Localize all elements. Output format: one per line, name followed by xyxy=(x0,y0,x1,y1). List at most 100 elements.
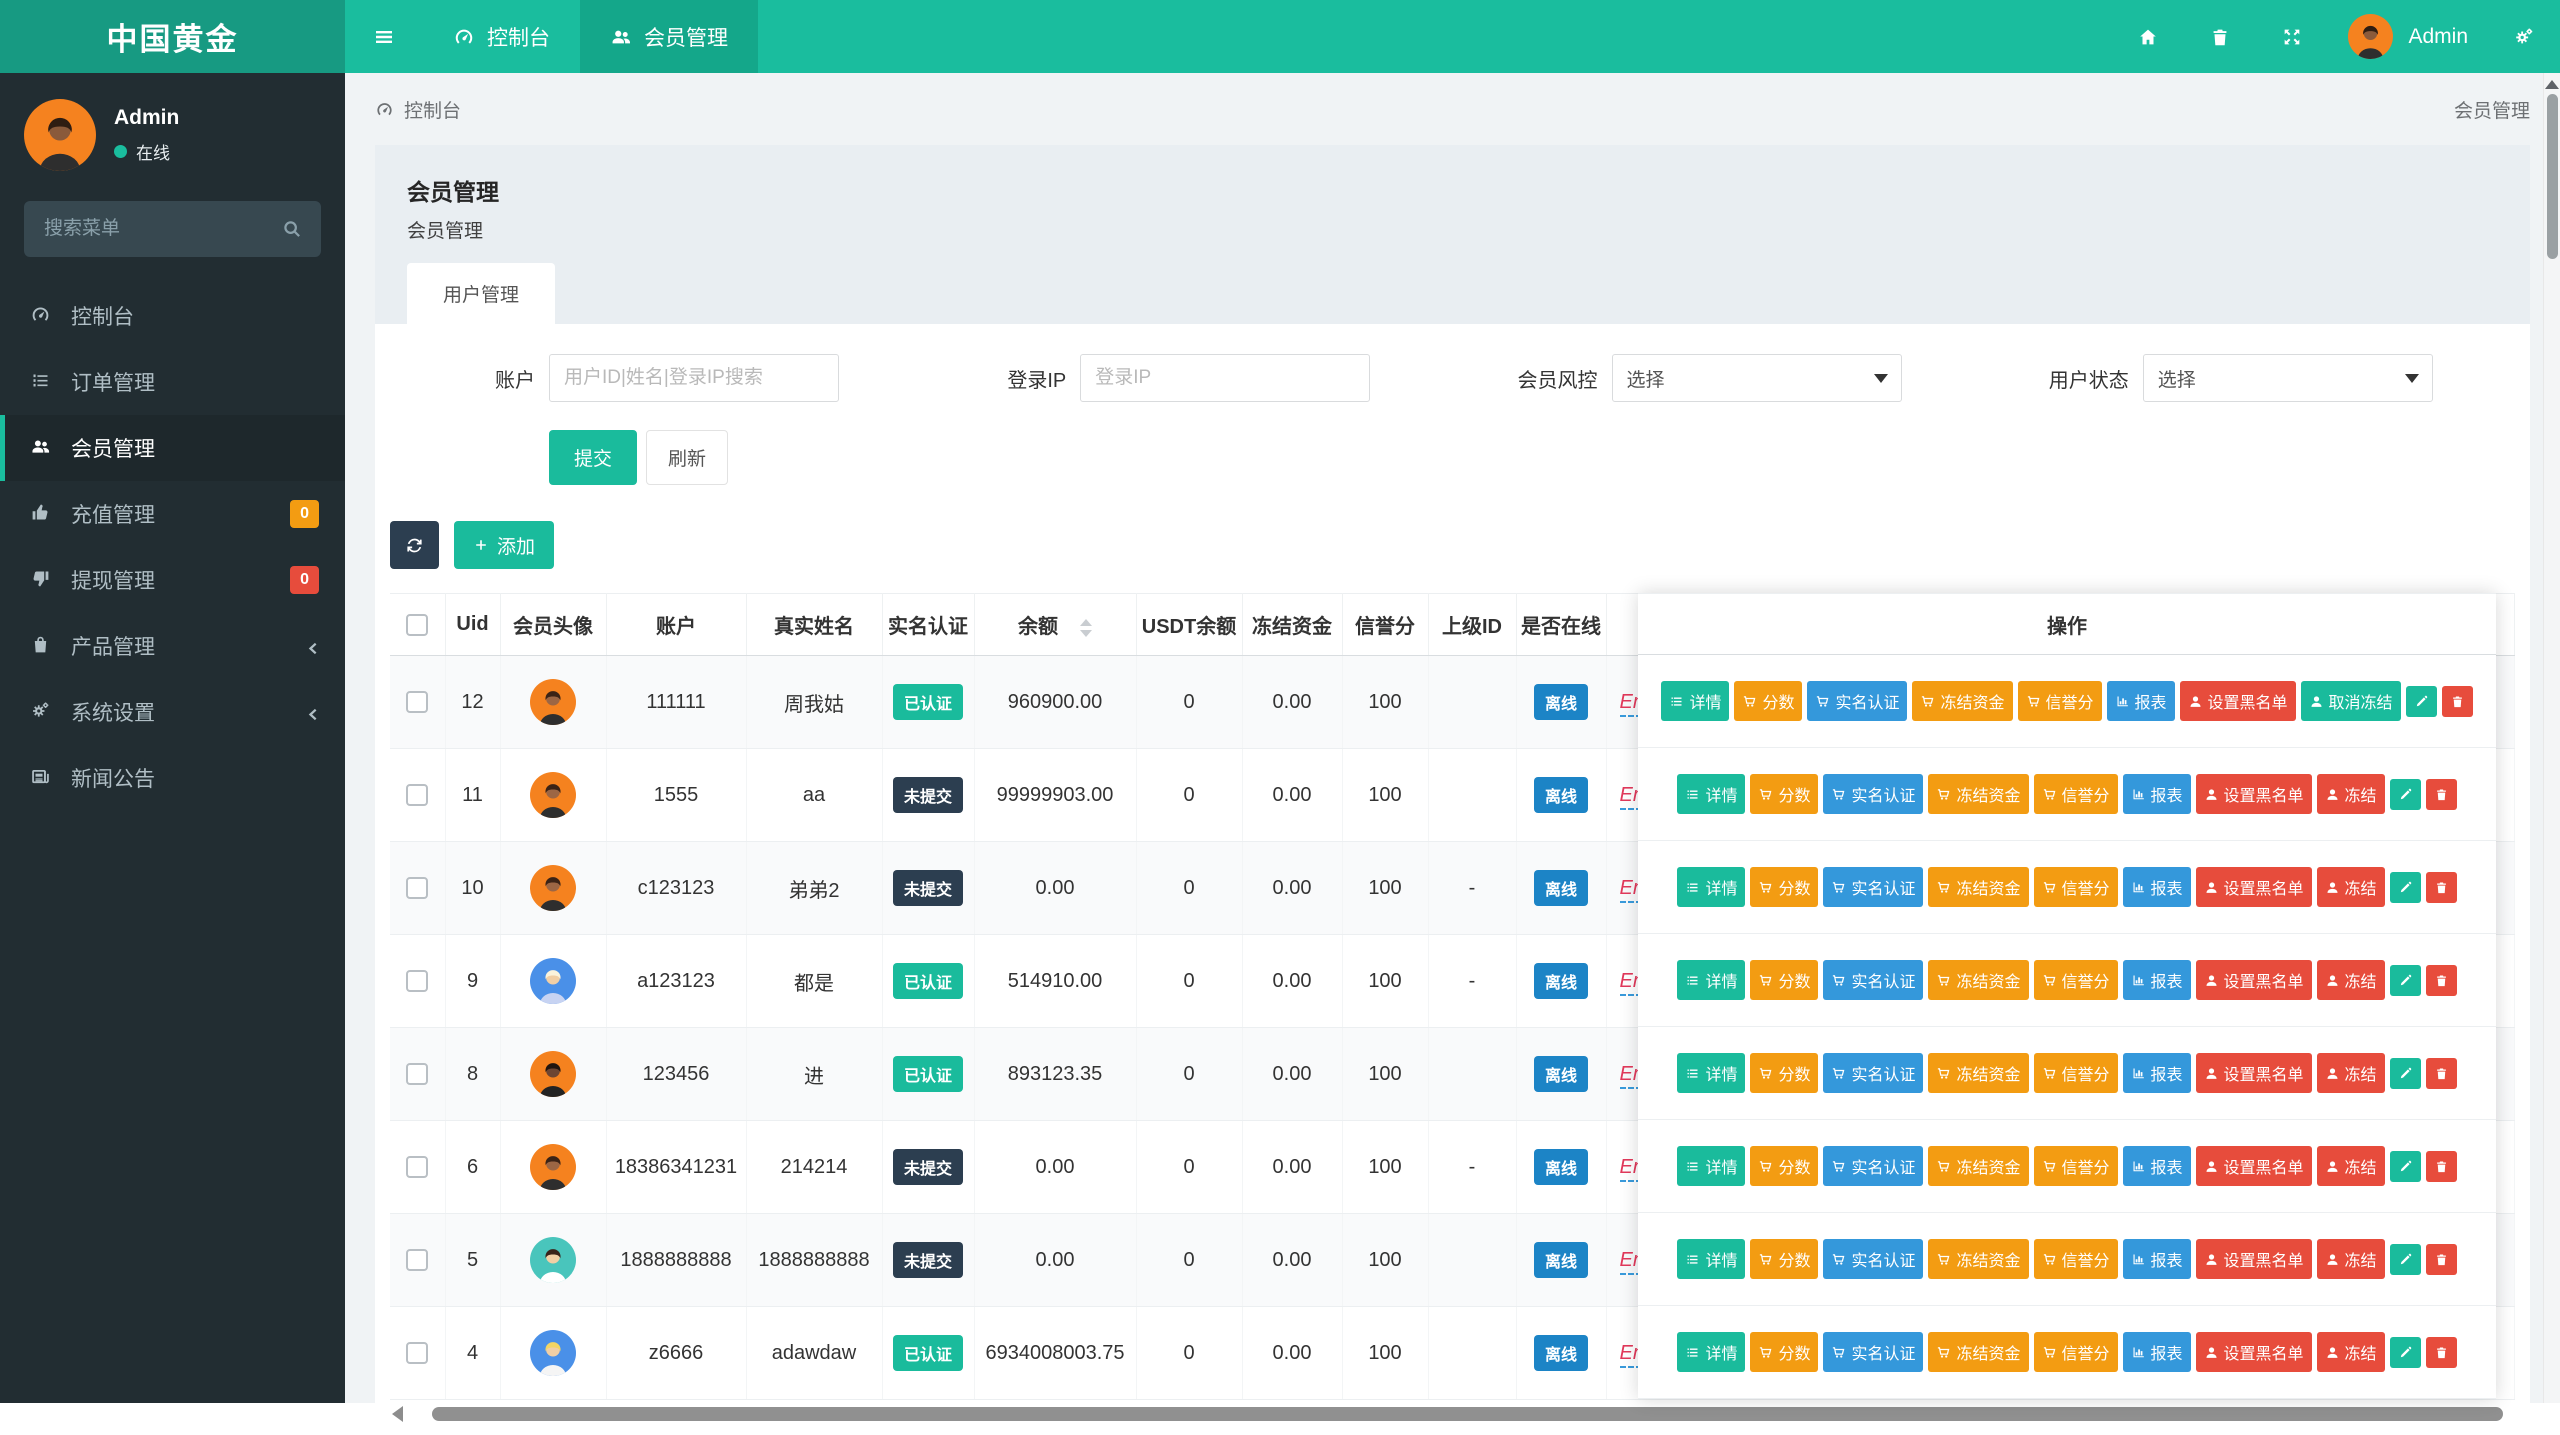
freeze-funds-button[interactable]: 冻结资金 xyxy=(1928,867,2028,907)
realname-button[interactable]: 实名认证 xyxy=(1823,774,1923,814)
nav-item-0[interactable]: 控制台 xyxy=(423,0,580,73)
delete-button[interactable] xyxy=(2426,1337,2457,1368)
report-button[interactable]: 报表 xyxy=(2107,681,2175,721)
freeze-funds-button[interactable]: 冻结资金 xyxy=(1912,681,2012,721)
row-checkbox[interactable] xyxy=(406,1156,428,1178)
score-button[interactable]: 分数 xyxy=(1750,1239,1818,1279)
sidebar-item-4[interactable]: 提现管理0 xyxy=(0,547,345,613)
detail-button[interactable]: 详情 xyxy=(1677,1239,1745,1279)
freeze-button[interactable]: 冻结 xyxy=(2317,867,2385,907)
row-checkbox[interactable] xyxy=(406,1249,428,1271)
column-header-0[interactable]: Uid xyxy=(445,594,500,656)
column-header-3[interactable]: 真实姓名 xyxy=(746,594,882,656)
column-header-6[interactable]: USDT余额 xyxy=(1136,594,1242,656)
sidebar-item-2[interactable]: 会员管理 xyxy=(0,415,345,481)
refresh-button[interactable]: 刷新 xyxy=(646,430,728,485)
detail-button[interactable]: 详情 xyxy=(1677,1146,1745,1186)
detail-button[interactable]: 详情 xyxy=(1677,1053,1745,1093)
sidebar-search-input[interactable] xyxy=(24,201,321,257)
tab-user-management[interactable]: 用户管理 xyxy=(407,263,555,324)
score-button[interactable]: 分数 xyxy=(1750,774,1818,814)
report-button[interactable]: 报表 xyxy=(2123,1239,2191,1279)
report-button[interactable]: 报表 xyxy=(2123,774,2191,814)
freeze-button[interactable]: 冻结 xyxy=(2317,1146,2385,1186)
vertical-scrollbar-thumb[interactable] xyxy=(2547,94,2558,259)
blacklist-button[interactable]: 设置黑名单 xyxy=(2196,867,2312,907)
freeze-button[interactable]: 冻结 xyxy=(2317,1332,2385,1372)
fullscreen-button[interactable] xyxy=(2256,0,2328,73)
row-checkbox[interactable] xyxy=(406,877,428,899)
realname-button[interactable]: 实名认证 xyxy=(1807,681,1907,721)
edit-button[interactable] xyxy=(2390,872,2421,903)
credit-button[interactable]: 信誉分 xyxy=(2034,867,2118,907)
realname-button[interactable]: 实名认证 xyxy=(1823,1332,1923,1372)
navbar-user-menu[interactable]: Admin xyxy=(2328,0,2488,73)
settings-button[interactable] xyxy=(2488,0,2560,73)
submit-button[interactable]: 提交 xyxy=(549,430,637,485)
freeze-funds-button[interactable]: 冻结资金 xyxy=(1928,1146,2028,1186)
realname-button[interactable]: 实名认证 xyxy=(1823,1239,1923,1279)
score-button[interactable]: 分数 xyxy=(1750,1053,1818,1093)
column-header-4[interactable]: 实名认证 xyxy=(882,594,974,656)
freeze-funds-button[interactable]: 冻结资金 xyxy=(1928,1332,2028,1372)
credit-button[interactable]: 信誉分 xyxy=(2034,1239,2118,1279)
detail-button[interactable]: 详情 xyxy=(1677,774,1745,814)
sidebar-item-5[interactable]: 产品管理 xyxy=(0,613,345,679)
edit-button[interactable] xyxy=(2390,965,2421,996)
score-button[interactable]: 分数 xyxy=(1734,681,1802,721)
score-button[interactable]: 分数 xyxy=(1750,1332,1818,1372)
nav-item-1[interactable]: 会员管理 xyxy=(580,0,758,73)
realname-button[interactable]: 实名认证 xyxy=(1823,960,1923,1000)
row-checkbox[interactable] xyxy=(406,970,428,992)
freeze-button[interactable]: 冻结 xyxy=(2317,774,2385,814)
sidebar-item-1[interactable]: 订单管理 xyxy=(0,349,345,415)
realname-button[interactable]: 实名认证 xyxy=(1823,867,1923,907)
user-status-select[interactable]: 选择 xyxy=(2143,354,2433,402)
report-button[interactable]: 报表 xyxy=(2123,1053,2191,1093)
score-button[interactable]: 分数 xyxy=(1750,867,1818,907)
risk-select[interactable]: 选择 xyxy=(1612,354,1902,402)
column-header-5[interactable]: 余额 xyxy=(974,594,1136,656)
freeze-button[interactable]: 冻结 xyxy=(2317,1239,2385,1279)
scroll-left-arrow[interactable] xyxy=(392,1406,403,1422)
delete-button[interactable] xyxy=(2442,686,2473,717)
credit-button[interactable]: 信誉分 xyxy=(2018,681,2102,721)
detail-button[interactable]: 详情 xyxy=(1677,960,1745,1000)
delete-button[interactable] xyxy=(2426,1058,2457,1089)
detail-button[interactable]: 详情 xyxy=(1677,1332,1745,1372)
column-header-7[interactable]: 冻结资金 xyxy=(1242,594,1342,656)
blacklist-button[interactable]: 设置黑名单 xyxy=(2196,1146,2312,1186)
sidebar-item-3[interactable]: 充值管理0 xyxy=(0,481,345,547)
unfreeze-button[interactable]: 取消冻结 xyxy=(2301,681,2401,721)
column-header-2[interactable]: 账户 xyxy=(606,594,746,656)
edit-button[interactable] xyxy=(2390,1244,2421,1275)
delete-button[interactable] xyxy=(2426,965,2457,996)
edit-button[interactable] xyxy=(2390,1337,2421,1368)
blacklist-button[interactable]: 设置黑名单 xyxy=(2180,681,2296,721)
scroll-up-arrow[interactable] xyxy=(2545,80,2559,89)
account-search-input[interactable] xyxy=(549,354,839,402)
horizontal-scrollbar-thumb[interactable] xyxy=(432,1407,2503,1421)
report-button[interactable]: 报表 xyxy=(2123,867,2191,907)
delete-button[interactable] xyxy=(2426,872,2457,903)
credit-button[interactable]: 信誉分 xyxy=(2034,1332,2118,1372)
row-checkbox[interactable] xyxy=(406,691,428,713)
blacklist-button[interactable]: 设置黑名单 xyxy=(2196,1053,2312,1093)
reload-table-button[interactable] xyxy=(390,521,439,569)
delete-button[interactable] xyxy=(2426,1244,2457,1275)
freeze-button[interactable]: 冻结 xyxy=(2317,960,2385,1000)
row-checkbox[interactable] xyxy=(406,784,428,806)
score-button[interactable]: 分数 xyxy=(1750,1146,1818,1186)
freeze-funds-button[interactable]: 冻结资金 xyxy=(1928,960,2028,1000)
delete-button[interactable] xyxy=(2426,779,2457,810)
report-button[interactable]: 报表 xyxy=(2123,1146,2191,1186)
breadcrumb-left[interactable]: 控制台 xyxy=(375,96,461,123)
freeze-funds-button[interactable]: 冻结资金 xyxy=(1928,1239,2028,1279)
freeze-button[interactable]: 冻结 xyxy=(2317,1053,2385,1093)
score-button[interactable]: 分数 xyxy=(1750,960,1818,1000)
detail-button[interactable]: 详情 xyxy=(1677,867,1745,907)
realname-button[interactable]: 实名认证 xyxy=(1823,1146,1923,1186)
column-header-1[interactable]: 会员头像 xyxy=(500,594,606,656)
sidebar-item-7[interactable]: 新闻公告 xyxy=(0,745,345,811)
row-checkbox[interactable] xyxy=(406,1342,428,1364)
